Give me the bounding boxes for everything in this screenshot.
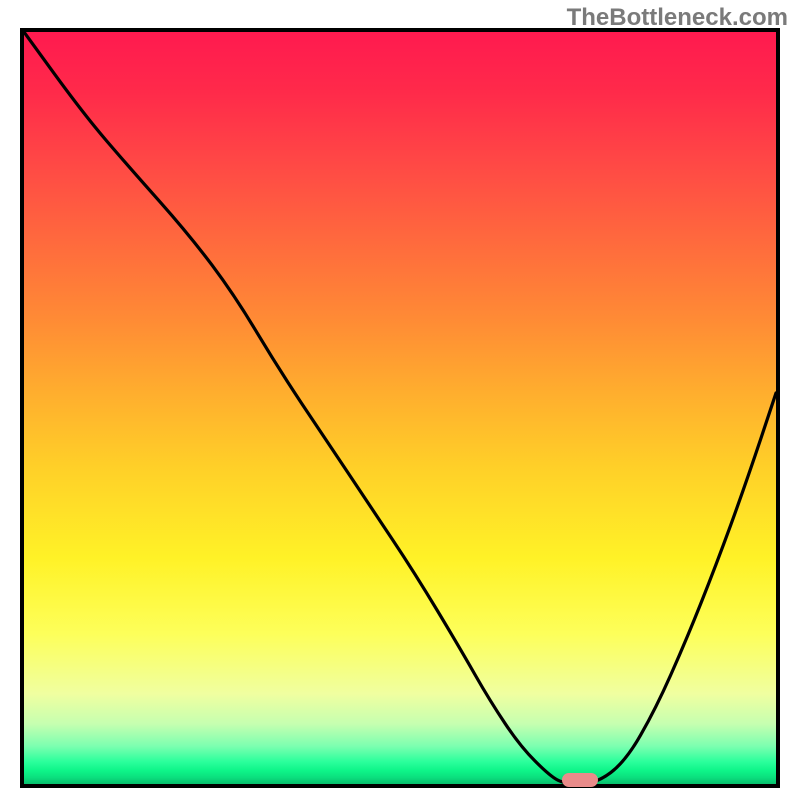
plot-area: [20, 28, 780, 788]
optimal-marker: [562, 773, 598, 787]
watermark-text: TheBottleneck.com: [567, 4, 788, 32]
bottleneck-curve: [24, 32, 776, 784]
chart-container: TheBottleneck.com: [0, 0, 800, 800]
curve-svg: [24, 32, 776, 784]
